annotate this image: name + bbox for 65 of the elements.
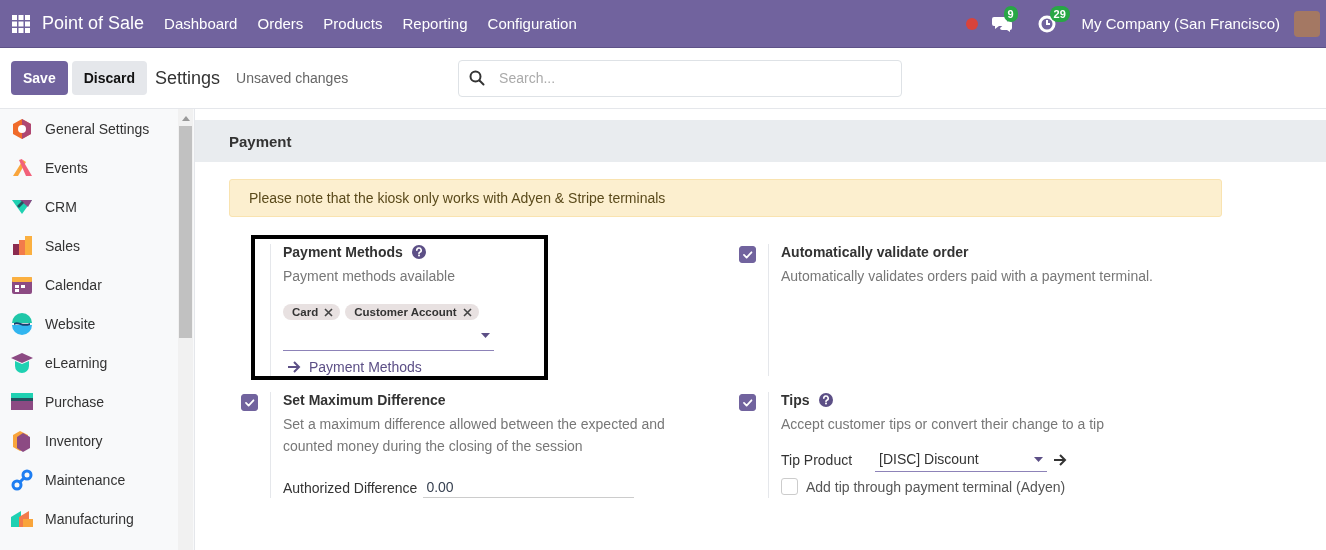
setting-description: Payment methods available bbox=[283, 267, 456, 286]
checkbox[interactable] bbox=[241, 394, 258, 411]
help-icon[interactable] bbox=[411, 245, 426, 259]
tags-field[interactable]: Card Customer Account bbox=[283, 304, 494, 351]
count-badge: 29 bbox=[1049, 5, 1070, 22]
sidebar-item[interactable]: Website bbox=[0, 304, 178, 343]
apps-menu-icon[interactable] bbox=[12, 14, 30, 33]
menu-item[interactable]: Products bbox=[323, 15, 383, 32]
setting-title: Payment Methods bbox=[283, 244, 403, 260]
setting-description: Automatically validates orders paid with a payment terminal. bbox=[781, 267, 1154, 286]
field-label: Authorized Difference bbox=[283, 479, 418, 496]
status-dot-icon[interactable] bbox=[965, 17, 978, 30]
setting-description: Set a maximum difference allowed between the expected and counted money during the closing of the session bbox=[283, 415, 666, 456]
sidebar-item[interactable]: eLearning bbox=[0, 343, 178, 382]
sidebar-item[interactable]: Maintenance bbox=[0, 460, 178, 499]
sidebar-item[interactable]: General Settings bbox=[0, 109, 178, 148]
sidebar-item[interactable]: Sales bbox=[0, 226, 178, 265]
sidebar-item[interactable]: CRM bbox=[0, 187, 178, 226]
menu-item[interactable]: Orders bbox=[257, 15, 304, 32]
discard-button[interactable]: Discard bbox=[71, 61, 148, 95]
section-title: Payment bbox=[195, 120, 1326, 162]
setting-title: Automatically validate order bbox=[781, 244, 969, 260]
breadcrumb: Settings bbox=[155, 67, 221, 89]
sidebar-item[interactable]: Manufacturing bbox=[0, 499, 178, 538]
checkbox[interactable] bbox=[739, 246, 756, 263]
menu-item[interactable]: Reporting bbox=[402, 15, 468, 32]
checkbox[interactable] bbox=[739, 394, 756, 411]
payment-methods-link[interactable]: Payment Methods bbox=[287, 359, 422, 375]
search-icon bbox=[469, 70, 486, 86]
company-switcher[interactable]: My Company (San Francisco) bbox=[1081, 15, 1280, 32]
app-name[interactable]: Point of Sale bbox=[42, 13, 145, 34]
tag[interactable]: Card bbox=[283, 304, 341, 320]
sidebar-item[interactable]: Calendar bbox=[0, 265, 178, 304]
tag[interactable]: Customer Account bbox=[345, 304, 479, 320]
remove-icon[interactable] bbox=[462, 307, 472, 317]
remove-icon[interactable] bbox=[324, 307, 334, 317]
caret-icon[interactable] bbox=[481, 332, 490, 338]
menu-item[interactable]: Configuration bbox=[487, 15, 577, 32]
arrow-right-icon[interactable] bbox=[1053, 453, 1067, 466]
save-button[interactable]: Save bbox=[11, 61, 68, 95]
sidebar-item[interactable]: Events bbox=[0, 148, 178, 187]
sidebar-item[interactable]: Inventory bbox=[0, 421, 178, 460]
chain-link-icon bbox=[10, 467, 34, 492]
search-field[interactable]: Search... bbox=[458, 59, 903, 97]
sidebar-item[interactable]: Purchase bbox=[0, 382, 178, 421]
graduation-cap-icon bbox=[10, 350, 34, 375]
setting-description: Accept customer tips or convert their change to a tip bbox=[781, 415, 1105, 434]
help-icon[interactable] bbox=[818, 393, 833, 407]
caret-icon bbox=[1034, 456, 1043, 462]
wave-circle-icon bbox=[10, 311, 34, 336]
hexagon-icon bbox=[10, 116, 34, 141]
count-badge: 9 bbox=[1003, 5, 1018, 22]
setting-title: Tips bbox=[781, 392, 810, 408]
tip-product-select[interactable]: [DISC] Discount bbox=[875, 447, 1047, 472]
checkbox-label: Add tip through payment terminal (Adyen) bbox=[806, 478, 1066, 495]
input-field[interactable]: 0.00 bbox=[423, 477, 635, 498]
arrow-right-icon bbox=[287, 361, 301, 373]
field-label: Tip Product bbox=[781, 451, 854, 468]
clock-icon[interactable] bbox=[1037, 14, 1056, 33]
scrollbar[interactable] bbox=[178, 109, 193, 550]
bar-blocks-icon bbox=[10, 233, 34, 258]
warning-banner: Please note that the kiosk only works with Adyen & Stripe terminals bbox=[229, 179, 1222, 217]
status-text: Unsaved changes bbox=[236, 70, 350, 86]
setting-title: Set Maximum Difference bbox=[283, 392, 446, 408]
menu-item[interactable]: Dashboard bbox=[164, 15, 238, 32]
